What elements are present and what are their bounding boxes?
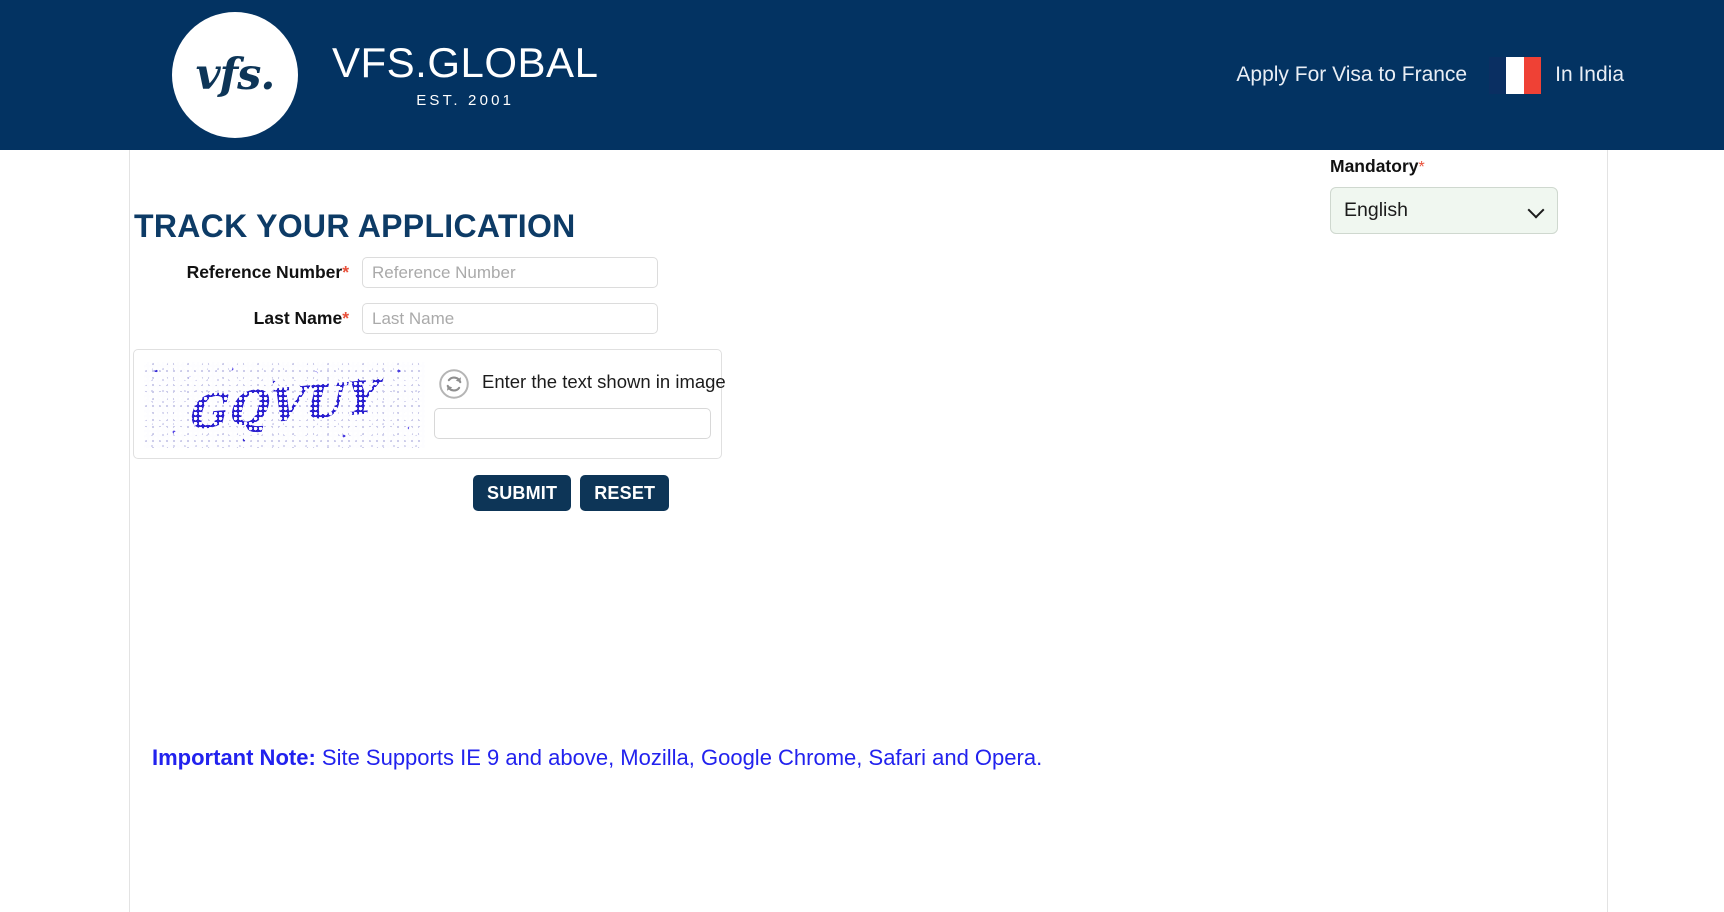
form-actions: SUBMIT RESET [473,475,670,511]
last-name-label-text: Last Name [253,308,343,328]
language-select[interactable]: English [1330,187,1558,234]
captcha-prompt: Enter the text shown in image [482,371,726,392]
apply-for-visa-link[interactable]: Apply For Visa to France [1236,63,1467,87]
country-label: In India [1555,63,1624,86]
content-panel: Mandatory* English TRACK YOUR APPLICATIO… [129,150,1608,912]
required-marker: * [342,262,349,282]
page-title: TRACK YOUR APPLICATION [134,208,576,244]
brand-wordmark: VFS.GLOBAL EST. 2001 [332,39,599,109]
chevron-down-icon [1529,203,1544,218]
mandatory-label: Mandatory* [1330,156,1558,176]
important-note-prefix: Important Note: [152,745,316,770]
refresh-icon[interactable] [439,369,469,399]
language-selected-value: English [1344,199,1408,221]
required-marker: * [1418,159,1425,176]
last-name-input[interactable] [362,303,658,334]
captcha-input[interactable] [434,408,711,439]
language-selector-group: Mandatory* English [1330,156,1558,234]
france-flag-icon [1489,56,1542,94]
reference-number-input[interactable] [362,257,658,288]
important-note: Important Note: Site Supports IE 9 and a… [152,745,1042,771]
site-header: vfs. VFS.GLOBAL EST. 2001 Apply For Visa… [0,0,1724,150]
captcha-panel: GQVUY Enter the text shown in image [133,349,726,459]
brand-logo: vfs. VFS.GLOBAL EST. 2001 [172,12,598,138]
brand-established: EST. 2001 [416,92,515,109]
reference-number-label-text: Reference Number [186,262,343,282]
last-name-row: Last Name* [134,303,674,334]
mandatory-text: Mandatory [1330,156,1419,176]
reference-number-row: Reference Number* [134,257,674,288]
reference-number-label: Reference Number* [134,262,362,283]
brand-name: VFS.GLOBAL [332,39,599,86]
reset-button[interactable]: RESET [580,475,670,511]
last-name-label: Last Name* [134,308,362,329]
vfs-logo-text: vfs. [195,49,276,100]
submit-button[interactable]: SUBMIT [473,475,572,511]
required-marker: * [342,308,349,328]
header-right-group: Apply For Visa to France In India [1236,56,1624,94]
vfs-logo-icon: vfs. [172,12,298,138]
important-note-text: Site Supports IE 9 and above, Mozilla, G… [321,745,1043,770]
captcha-image: GQVUY [144,362,425,448]
